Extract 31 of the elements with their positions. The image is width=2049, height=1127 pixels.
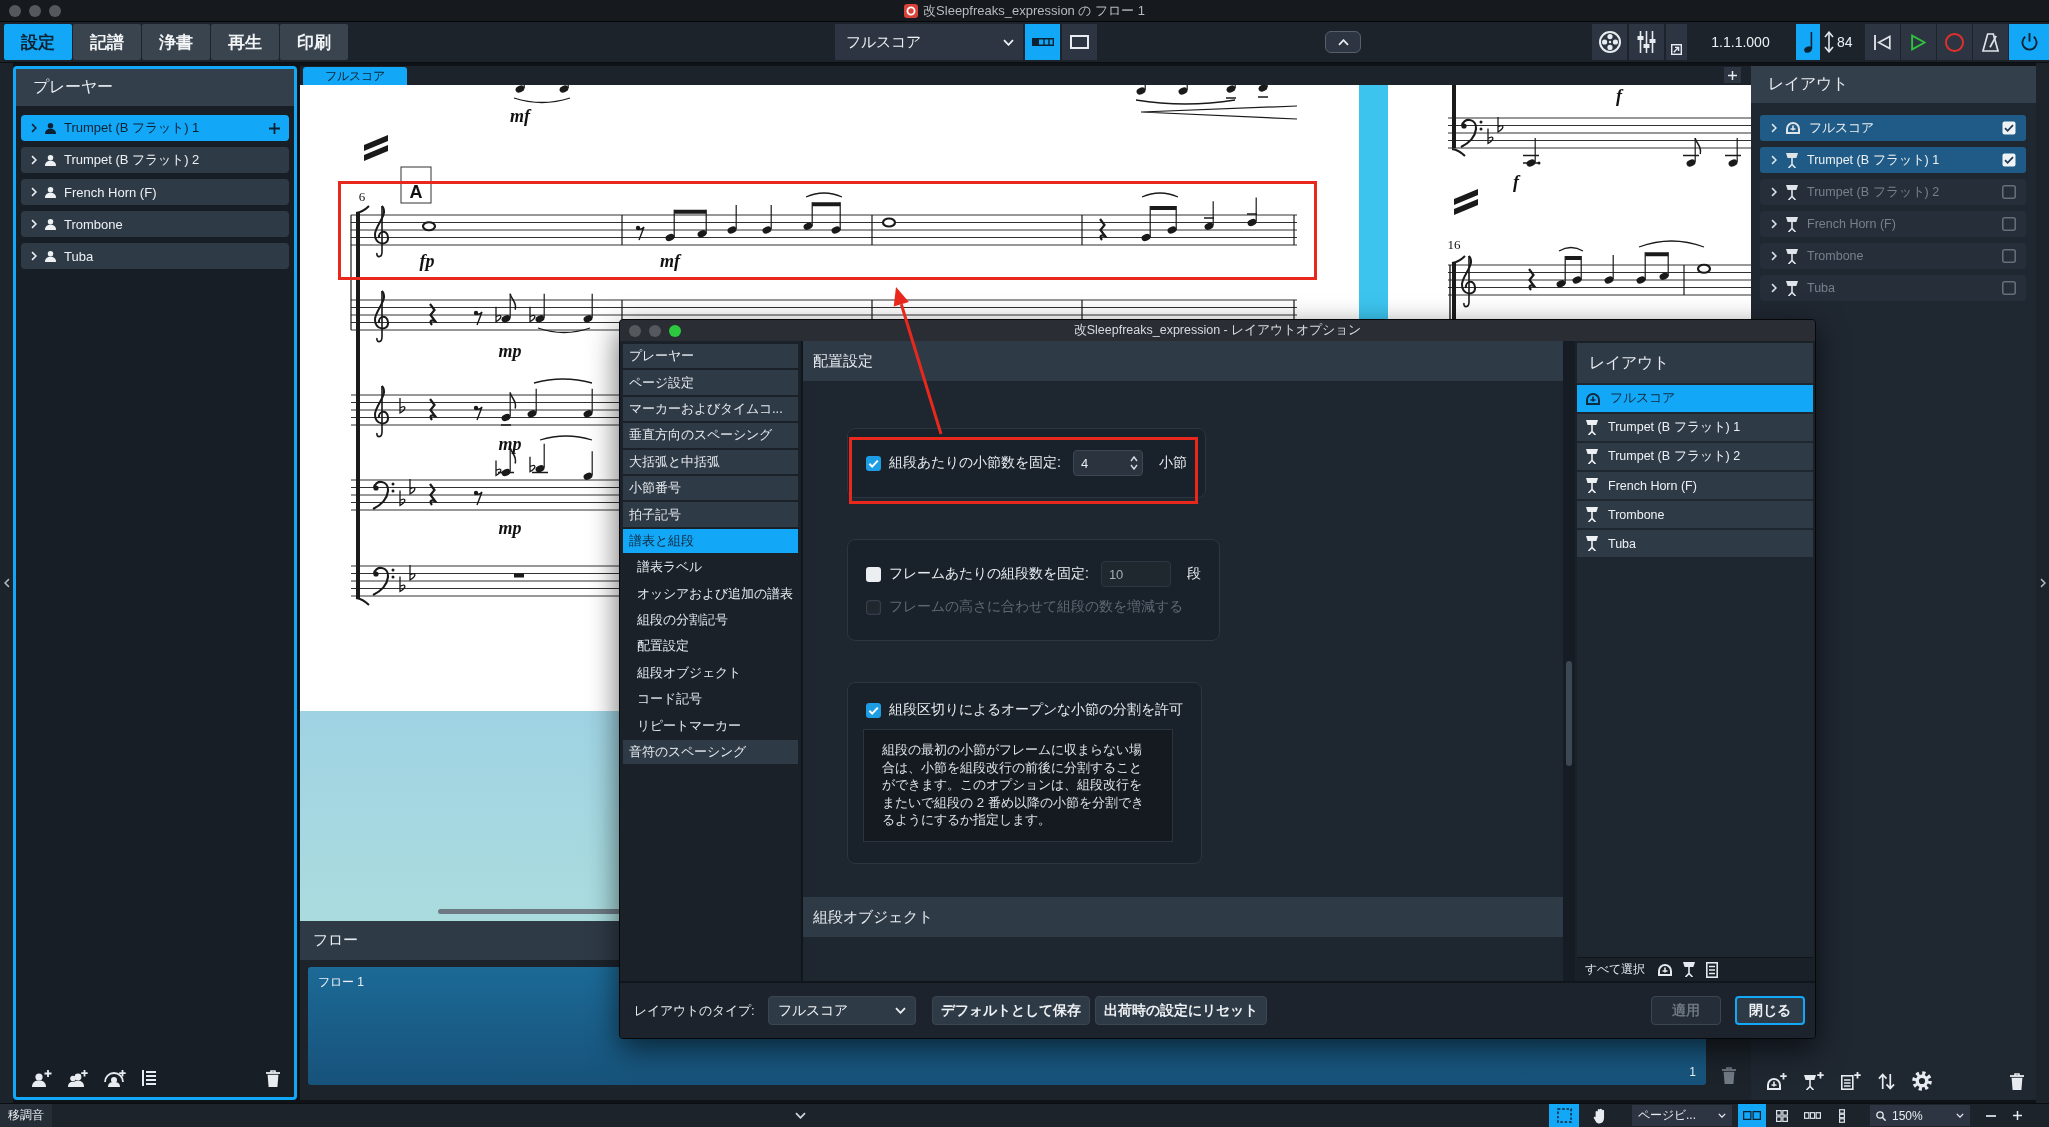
field-label: レイアウトのタイプ:: [634, 1001, 755, 1020]
dynamic-marking: mp: [498, 434, 522, 454]
dialog-title: 改Sleepfreaks_expression - レイアウトオプション: [1073, 322, 1362, 339]
window-title: 改Sleepfreaks_expression の フロー 1: [923, 1, 1145, 20]
rehearsal-mark: A: [409, 182, 423, 202]
bar-number: 6: [358, 189, 366, 204]
select-all-label: すべて選択: [1585, 961, 1645, 978]
option-label: フレームあたりの組段数を固定:: [889, 565, 1089, 583]
unit-label: 小節: [1158, 454, 1187, 472]
option-label: 組段区切りによるオープンな小節の分割を許可: [889, 701, 1183, 719]
flow-name: フロー 1: [318, 974, 364, 991]
dynamic-marking: f: [1616, 86, 1622, 106]
panel-title: レイアウト: [1751, 66, 2036, 103]
tempo-value: 84: [1837, 34, 1853, 50]
panel-title: レイアウト: [1577, 343, 1813, 383]
panel-title: プレーヤー: [16, 69, 294, 106]
dynamic-marking: mp: [498, 518, 522, 538]
dynamic-marking: mp: [498, 341, 522, 361]
dynamic-marking: mf: [510, 106, 530, 126]
section-header: 組段オブジェクト: [803, 897, 1563, 937]
description-text: 組段の最初の小節がフレームに収まらない場合は、小節を組段改行の前後に分割することができます。このオプションは、組段改行をまたいで組段の 2 番め以降の小節を分割できるようにするか指定します。: [863, 729, 1173, 842]
unit-label: 段: [1186, 565, 1201, 583]
dynamic-marking: f: [1513, 172, 1519, 192]
option-label: フレームの高さに合わせて組段の数を増減する: [889, 598, 1183, 616]
flow-number: 1: [1689, 1065, 1696, 1079]
dynamic-marking: fp: [419, 251, 435, 271]
bar-number: 16: [1447, 237, 1461, 252]
option-label: 組段あたりの小節数を固定:: [889, 454, 1061, 472]
dynamic-marking: mf: [660, 251, 680, 271]
section-header: 配置設定: [803, 341, 1563, 381]
playhead-position: 1.1.1.000: [1710, 34, 1771, 50]
